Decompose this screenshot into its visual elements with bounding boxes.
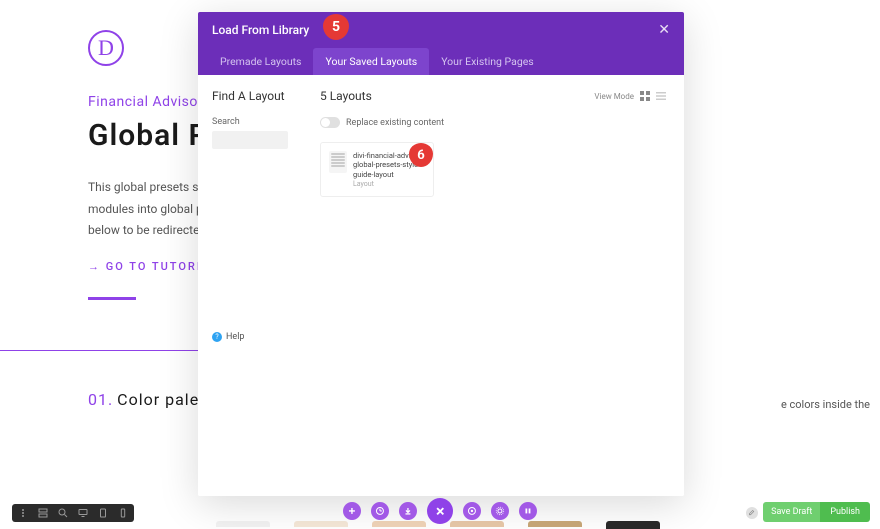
save-to-library-icon[interactable] — [399, 502, 417, 520]
layouts-count-title: 5 Layouts — [320, 89, 372, 103]
load-from-library-modal: Load From Library ✕ Premade Layouts Your… — [198, 12, 684, 496]
responsive-preview-toolbar — [12, 504, 134, 522]
truncated-text: e colors inside the — [781, 398, 870, 411]
help-icon: ? — [212, 332, 222, 342]
layout-type: Layout — [353, 180, 425, 188]
save-publish-bar: Save Draft Publish — [763, 502, 870, 522]
more-icon[interactable] — [18, 508, 28, 518]
desktop-icon[interactable] — [78, 508, 88, 518]
replace-content-toggle[interactable] — [320, 117, 340, 128]
divi-logo-letter: D — [98, 35, 114, 61]
zoom-icon[interactable] — [58, 508, 68, 518]
close-builder-button[interactable] — [427, 498, 453, 524]
save-draft-button[interactable]: Save Draft — [763, 502, 820, 522]
modal-title: Load From Library — [212, 23, 309, 37]
clock-icon[interactable] — [371, 502, 389, 520]
tab-premade-layouts[interactable]: Premade Layouts — [208, 48, 313, 75]
view-list-icon[interactable] — [656, 91, 666, 101]
tablet-icon[interactable] — [98, 508, 108, 518]
sidebar-title: Find A Layout — [212, 89, 287, 103]
builder-action-bar — [343, 498, 537, 524]
view-mode-label: View Mode — [594, 92, 634, 101]
link-underline — [88, 297, 136, 300]
view-mode-controls: View Mode — [594, 91, 666, 101]
search-input[interactable] — [212, 131, 288, 149]
columns-icon[interactable] — [519, 502, 537, 520]
phone-icon[interactable] — [118, 508, 128, 518]
search-label: Search — [212, 117, 287, 127]
modal-sidebar: Find A Layout Search ? Help — [198, 75, 302, 496]
layout-thumbnail — [329, 151, 347, 173]
replace-content-label: Replace existing content — [346, 118, 444, 128]
modal-header: Load From Library ✕ — [198, 12, 684, 48]
add-section-button[interactable] — [343, 502, 361, 520]
section-number: 01. — [88, 390, 113, 409]
gear-icon[interactable] — [491, 502, 509, 520]
replace-content-row: Replace existing content — [320, 117, 666, 128]
swatch — [216, 521, 270, 527]
wireframe-icon[interactable] — [38, 508, 48, 518]
swatch — [606, 521, 660, 529]
page-settings-icon[interactable] — [463, 502, 481, 520]
close-icon[interactable]: ✕ — [658, 22, 670, 38]
modal-body: Find A Layout Search ? Help 5 Layouts Vi… — [198, 75, 684, 496]
main-header: 5 Layouts View Mode — [320, 89, 666, 103]
edit-icon[interactable] — [746, 507, 758, 519]
modal-main: 5 Layouts View Mode Replace existing con… — [302, 75, 684, 496]
swatch — [294, 521, 348, 527]
help-link[interactable]: ? Help — [212, 332, 287, 482]
help-label: Help — [226, 332, 244, 342]
tab-your-saved-layouts[interactable]: Your Saved Layouts — [313, 48, 429, 75]
divi-logo: D — [88, 30, 124, 66]
tab-your-existing-pages[interactable]: Your Existing Pages — [429, 48, 546, 75]
view-grid-icon[interactable] — [640, 91, 650, 101]
publish-button[interactable]: Publish — [820, 502, 870, 522]
modal-tabs: Premade Layouts Your Saved Layouts Your … — [198, 48, 684, 75]
